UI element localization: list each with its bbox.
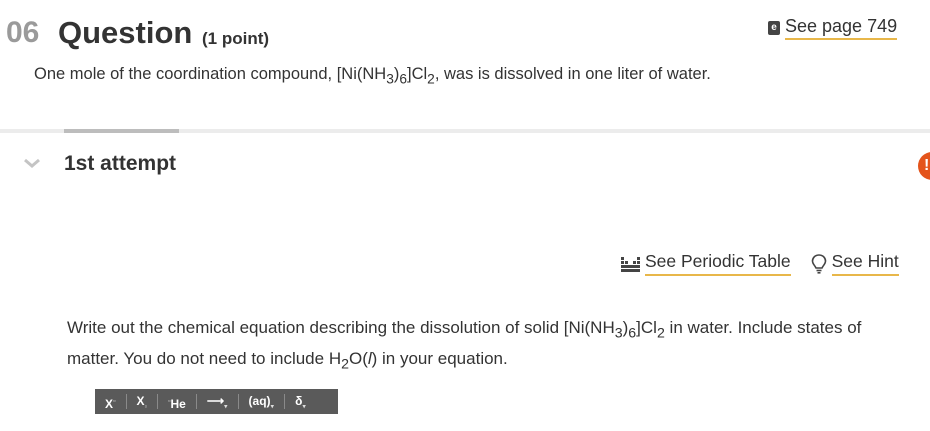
- ebook-icon: e: [768, 21, 780, 35]
- delta-symbol-button[interactable]: δ▾: [285, 394, 316, 410]
- chevron-down-icon[interactable]: [22, 155, 42, 171]
- divider-accent: [64, 129, 179, 133]
- alert-badge: !: [918, 152, 930, 180]
- question-intro: One mole of the coordination compound, […: [34, 65, 711, 87]
- lightbulb-icon: [811, 253, 826, 274]
- reaction-arrow-button[interactable]: ⟶▾: [197, 394, 239, 410]
- attempt-label: 1st attempt: [64, 152, 177, 175]
- periodic-table-icon: [621, 256, 640, 272]
- aqueous-state-button[interactable]: (aq)▾: [239, 394, 286, 410]
- periodic-table-label: See Periodic Table: [645, 251, 791, 276]
- equation-editor-toolbar: X▫ X▫ ▫He ⟶▾ (aq)▾ δ▾: [95, 389, 338, 414]
- see-page-link[interactable]: e See page 749: [768, 16, 898, 40]
- question-title: Question: [58, 15, 193, 50]
- question-instruction: Write out the chemical equation describi…: [67, 318, 862, 373]
- superscript-button[interactable]: X▫: [95, 394, 127, 411]
- see-page-label: See page 749: [785, 16, 898, 40]
- see-hint-link[interactable]: See Hint: [811, 251, 899, 276]
- question-number: 06: [6, 16, 40, 49]
- see-periodic-table-link[interactable]: See Periodic Table: [621, 251, 791, 276]
- question-points: (1 point): [202, 29, 270, 48]
- hint-label: See Hint: [831, 251, 899, 276]
- element-button[interactable]: ▫He: [158, 394, 197, 411]
- subscript-button[interactable]: X▫: [127, 394, 158, 410]
